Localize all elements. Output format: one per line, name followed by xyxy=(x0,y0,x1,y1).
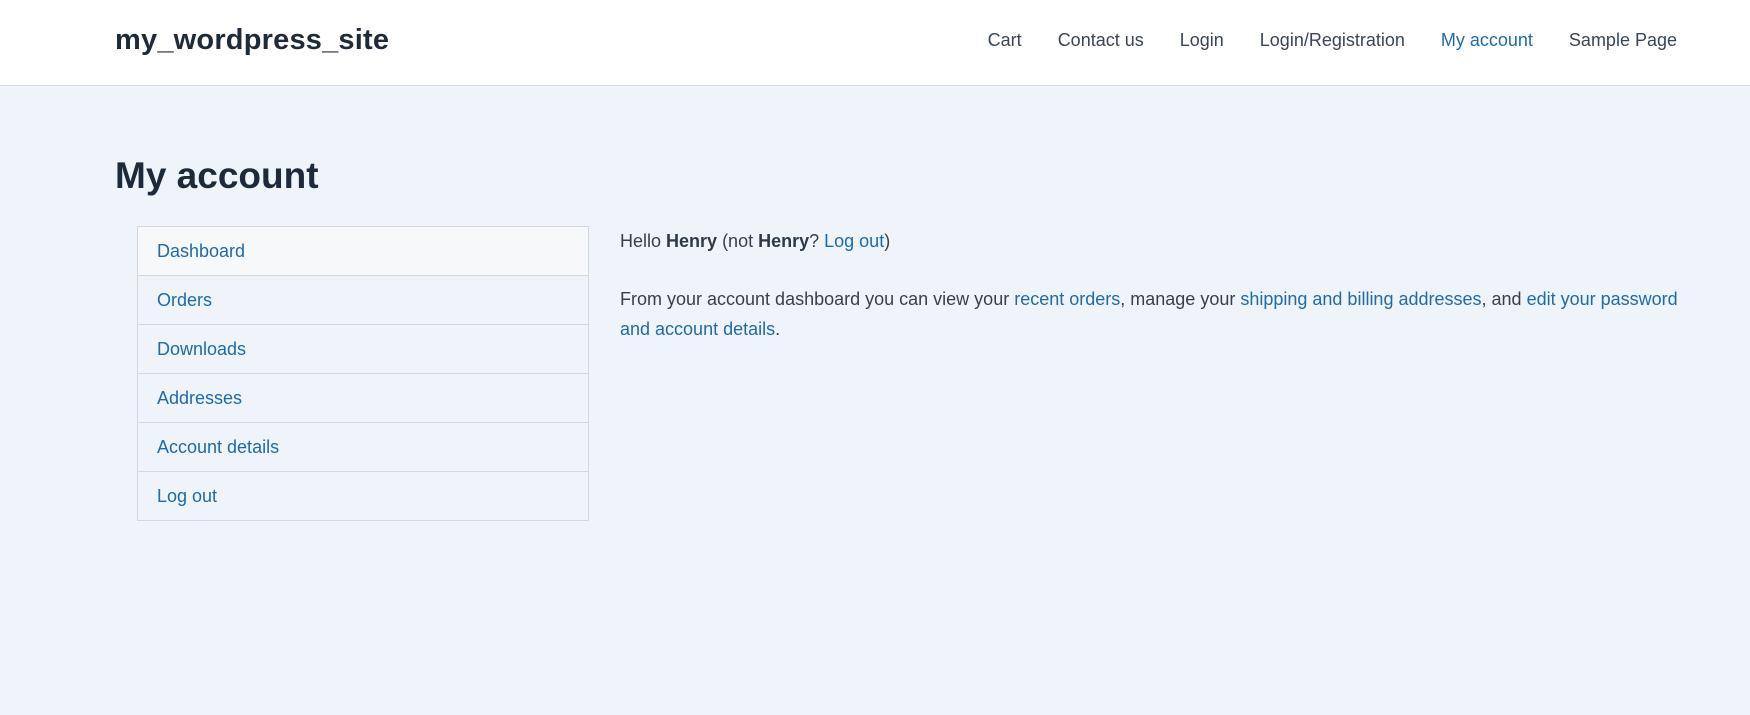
account-nav-item-downloads[interactable]: Downloads xyxy=(138,324,588,373)
account-nav-item-orders[interactable]: Orders xyxy=(138,275,588,324)
account-dashboard-content: Hello Henry (not Henry? Log out) From yo… xyxy=(620,226,1680,344)
recent-orders-link[interactable]: recent orders xyxy=(1014,289,1120,309)
dashboard-description: From your account dashboard you can view… xyxy=(620,284,1680,344)
greeting-text: Hello Henry (not Henry? Log out) xyxy=(620,226,1680,256)
greeting-username-repeat: Henry xyxy=(758,231,810,251)
account-nav-item-addresses[interactable]: Addresses xyxy=(138,373,588,422)
nav-link-my-account[interactable]: My account xyxy=(1441,30,1533,51)
greeting-question: ? xyxy=(809,231,825,251)
description-part4: . xyxy=(775,319,781,339)
account-nav-item-dashboard[interactable]: Dashboard xyxy=(138,227,588,275)
addresses-link[interactable]: shipping and billing addresses xyxy=(1240,289,1481,309)
description-part1: From your account dashboard you can view… xyxy=(620,289,1015,309)
description-part2: , manage your xyxy=(1120,289,1241,309)
page-title: My account xyxy=(115,155,319,196)
greeting-close-paren: ) xyxy=(884,231,891,251)
nav-link-contact-us[interactable]: Contact us xyxy=(1058,30,1144,51)
nav-link-sample-page[interactable]: Sample Page xyxy=(1569,30,1677,51)
nav-link-cart[interactable]: Cart xyxy=(988,30,1022,51)
account-navigation: Dashboard Orders Downloads Addresses Acc… xyxy=(137,226,589,521)
greeting-logout-link[interactable]: Log out xyxy=(824,231,884,251)
primary-nav: Cart Contact us Login Login/Registration… xyxy=(988,30,1677,51)
description-part3: , and xyxy=(1481,289,1527,309)
account-nav-item-log-out[interactable]: Log out xyxy=(138,471,588,520)
account-nav-item-account-details[interactable]: Account details xyxy=(138,422,588,471)
greeting-username: Henry xyxy=(666,231,718,251)
nav-link-login[interactable]: Login xyxy=(1180,30,1224,51)
site-header: my_wordpress_site Cart Contact us Login … xyxy=(0,0,1750,86)
greeting-not-prefix: (not xyxy=(717,231,759,251)
site-title-link[interactable]: my_wordpress_site xyxy=(115,24,389,57)
greeting-hello: Hello xyxy=(620,231,667,251)
nav-link-login-registration[interactable]: Login/Registration xyxy=(1260,30,1405,51)
